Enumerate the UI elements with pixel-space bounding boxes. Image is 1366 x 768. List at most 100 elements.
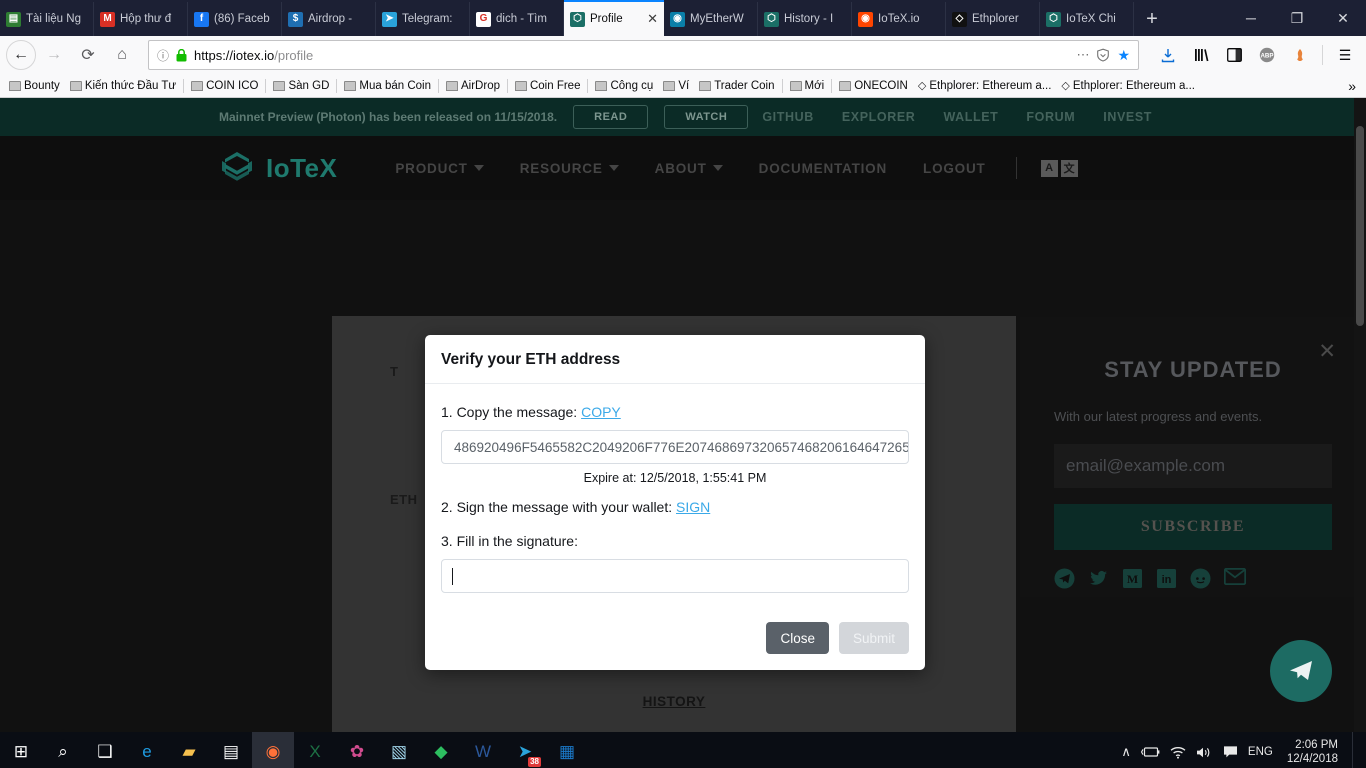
microsoft-store-icon[interactable]: ▤ xyxy=(210,732,252,768)
sidebar-icon[interactable] xyxy=(1219,40,1249,70)
airdrop-icon: $ xyxy=(288,11,303,27)
reload-button[interactable]: ⟳ xyxy=(72,40,104,70)
iotex-icon: ⬡ xyxy=(570,11,585,27)
language-indicator[interactable]: ENG xyxy=(1248,746,1273,758)
show-hidden-icons[interactable]: ∧ xyxy=(1121,744,1131,760)
clock[interactable]: 2:06 PM 12/4/2018 xyxy=(1283,738,1338,766)
icon-glyph: ◉ xyxy=(265,742,281,761)
back-button[interactable]: ← xyxy=(6,40,36,70)
browser-tab[interactable]: M Hộp thư đ xyxy=(94,2,188,36)
bookmark-label: Mới xyxy=(804,79,825,92)
bookmark-item[interactable]: Bounty xyxy=(4,80,65,92)
calculator-icon[interactable]: ▦ xyxy=(546,732,588,768)
browser-tab[interactable]: ➤ Telegram: xyxy=(376,2,470,36)
bookmark-label: Coin Free xyxy=(529,79,581,92)
page-actions-icon[interactable]: ⋯ xyxy=(1076,47,1089,63)
bookmark-item[interactable]: Công cụ xyxy=(590,80,658,92)
extension-icon[interactable] xyxy=(1285,40,1315,70)
icon-glyph: ⊞ xyxy=(13,742,29,761)
wifi-icon[interactable] xyxy=(1170,746,1186,759)
bookmark-item[interactable]: ONECOIN xyxy=(834,80,913,92)
site-info-icon[interactable]: ⓘ xyxy=(157,47,169,64)
bookmark-item[interactable]: Mua bán Coin xyxy=(339,80,436,92)
bookmark-item[interactable]: Coin Free xyxy=(510,80,586,92)
firefox-icon[interactable]: ◉ xyxy=(252,732,294,768)
evernote-icon[interactable]: ◆ xyxy=(420,732,462,768)
step-3-label: 3. Fill in the signature: xyxy=(441,533,578,549)
bookmark-star-icon[interactable]: ★ xyxy=(1117,47,1130,64)
bookmark-item[interactable]: Sàn GD xyxy=(268,80,334,92)
new-tab-button[interactable]: + xyxy=(1134,2,1170,36)
icon-glyph: ⌕ xyxy=(58,742,68,761)
signature-input[interactable] xyxy=(441,559,909,593)
browser-tab[interactable]: Gdich - Tìm xyxy=(470,2,564,36)
tab-label: Ethplorer xyxy=(972,13,1019,25)
menu-icon[interactable]: ☰ xyxy=(1330,40,1360,70)
edge-icon[interactable]: e xyxy=(126,732,168,768)
volume-icon[interactable] xyxy=(1196,746,1213,759)
home-button[interactable]: ⌂ xyxy=(106,40,138,70)
bookmark-item[interactable]: ◇ Ethplorer: Ethereum a... xyxy=(913,79,1057,93)
bookmark-item[interactable]: AirDrop xyxy=(441,80,505,92)
tab-label: dich - Tìm xyxy=(496,13,547,25)
notifications-icon[interactable] xyxy=(1223,745,1238,759)
show-desktop-button[interactable] xyxy=(1352,732,1358,768)
copy-link[interactable]: COPY xyxy=(581,404,621,420)
minimize-button[interactable]: ─ xyxy=(1228,0,1274,36)
task-view-icon[interactable]: ❑ xyxy=(84,732,126,768)
bookmark-separator xyxy=(265,78,267,93)
url-path: /profile xyxy=(274,47,314,63)
library-icon[interactable] xyxy=(1186,40,1216,70)
downloads-icon[interactable] xyxy=(1153,40,1183,70)
file-explorer-icon[interactable]: ▰ xyxy=(168,732,210,768)
bookmarks-overflow-button[interactable]: » xyxy=(1342,78,1362,94)
browser-tab[interactable]: ▤ Tài liệu Ng xyxy=(0,2,94,36)
notepad-icon[interactable]: ▧ xyxy=(378,732,420,768)
sign-link[interactable]: SIGN xyxy=(676,499,710,515)
browser-tab[interactable]: ◇ Ethplorer xyxy=(946,2,1040,36)
adblock-icon[interactable]: ABP xyxy=(1252,40,1282,70)
telegram-icon[interactable]: ➤ 38 xyxy=(504,732,546,768)
bookmark-item[interactable]: ◇ Ethplorer: Ethereum a... xyxy=(1056,79,1200,93)
bookmark-item[interactable]: Kiến thức Đầu Tư xyxy=(65,80,181,92)
browser-tab[interactable]: ⬡ History - I xyxy=(758,2,852,36)
close-window-button[interactable]: ✕ xyxy=(1320,0,1366,36)
browser-tab[interactable]: ◉ MyEtherW xyxy=(664,2,758,36)
start-button[interactable]: ⊞ xyxy=(0,732,42,768)
browser-tab[interactable]: ⬡ IoTeX Chi xyxy=(1040,2,1134,36)
bookmark-label: Trader Coin xyxy=(714,79,775,92)
bookmark-label: Mua bán Coin xyxy=(359,79,431,92)
bookmark-separator xyxy=(587,78,589,93)
folder-icon xyxy=(789,80,802,91)
forward-button[interactable]: → xyxy=(38,40,70,70)
folder-icon xyxy=(273,80,286,91)
bookmark-item[interactable]: Mới xyxy=(785,80,830,92)
browser-tab[interactable]: f (86) Faceb xyxy=(188,2,282,36)
excel-icon[interactable]: X xyxy=(294,732,336,768)
tab-label: Airdrop - xyxy=(308,13,353,25)
icon-glyph: ▧ xyxy=(390,742,408,761)
maximize-button[interactable]: ❐ xyxy=(1274,0,1320,36)
search-icon[interactable]: ⌕ xyxy=(42,732,84,768)
tab-bar: ▤ Tài liệu Ng M Hộp thư đ f (86) Faceb $ Airdro… xyxy=(0,0,1366,36)
folder-icon xyxy=(69,80,82,91)
reader-mode-icon[interactable] xyxy=(1096,48,1110,62)
system-tray: ∧ ENG 2:06 PM 12/4/2018 xyxy=(1121,732,1366,768)
browser-tab[interactable]: ◉ IoTeX.io xyxy=(852,2,946,36)
browser-tab[interactable]: $ Airdrop - xyxy=(282,2,376,36)
paint-icon[interactable]: ✿ xyxy=(336,732,378,768)
tab-label: (86) Faceb xyxy=(214,13,270,25)
tab-close-icon[interactable]: ✕ xyxy=(645,11,658,27)
bookmark-label: Công cụ xyxy=(610,79,654,92)
bookmark-item[interactable]: Ví xyxy=(658,80,694,92)
word-icon[interactable]: W xyxy=(462,732,504,768)
message-field[interactable]: 486920496F5465582C2049206F776E2074686973… xyxy=(441,430,909,464)
tab-label: IoTeX Chi xyxy=(1066,13,1116,25)
close-button[interactable]: Close xyxy=(766,622,829,654)
telegram-icon: ➤ xyxy=(382,11,397,27)
battery-icon[interactable] xyxy=(1140,746,1160,758)
browser-tab[interactable]: ⬡ Profile ✕ xyxy=(564,0,664,36)
bookmark-item[interactable]: Trader Coin xyxy=(694,80,779,92)
address-bar[interactable]: ⓘ https://iotex.io/profile ⋯ ★ xyxy=(148,40,1139,70)
bookmark-item[interactable]: COIN ICO xyxy=(186,80,263,92)
